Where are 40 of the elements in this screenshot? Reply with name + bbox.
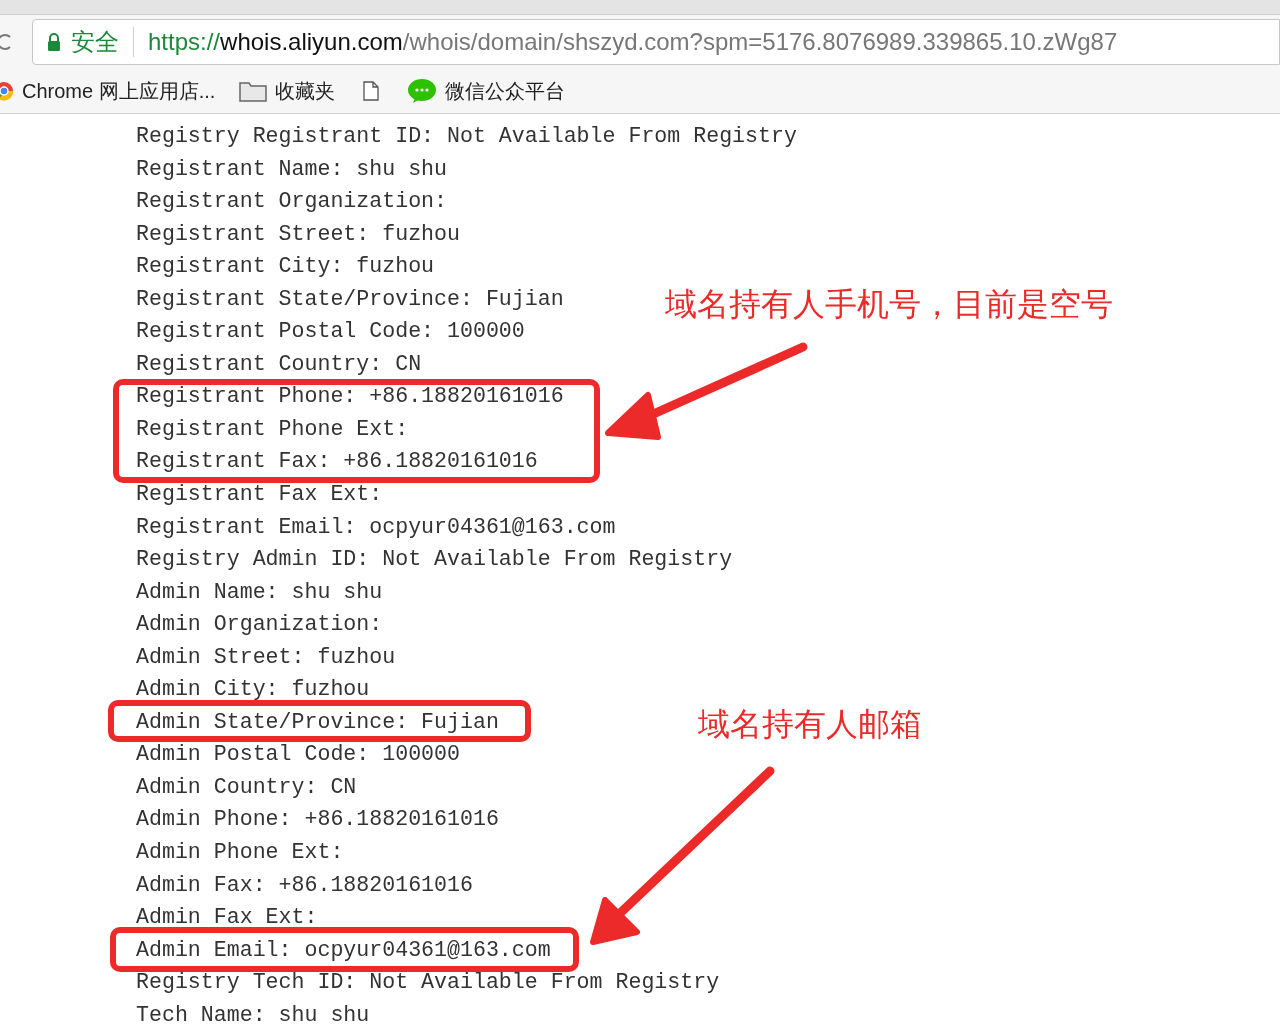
whois-line: Admin City: fuzhou — [136, 678, 370, 701]
chat-bubble-icon — [407, 77, 438, 104]
whois-line: Admin Phone Ext: — [136, 841, 344, 864]
bookmark-link[interactable]: 微信公众平台 — [445, 75, 566, 106]
whois-line: Registrant Postal Code: 100000 — [136, 320, 525, 343]
whois-line: Admin Street: fuzhou — [136, 645, 396, 668]
whois-line: Admin Organization: — [136, 613, 383, 636]
whois-line: Registrant Phone: +86.18820161016 — [136, 385, 564, 408]
url-text: https://whois.aliyun.com/whois/domain/shszyd.com?spm=5176.8076989.339865.10.zWg87 — [148, 26, 1118, 57]
whois-line: Registrant Fax Ext: — [136, 483, 383, 505]
annotation-text: 域名持有人邮箱 — [698, 705, 922, 744]
whois-line: Registry Tech ID: Not Available From Registry — [136, 971, 720, 994]
whois-line: Registrant Street: fuzhou — [136, 222, 460, 245]
whois-line: Admin State/Province: Fujian — [136, 710, 499, 733]
whois-line: Registrant Phone Ext: — [136, 417, 409, 440]
bookmark-link[interactable]: Chrome 网上应用店... — [22, 75, 216, 106]
whois-line: Registrant Email: ocpyur04361@163.com — [136, 515, 616, 538]
bookmark-link[interactable]: 收藏夹 — [275, 75, 336, 106]
page-icon[interactable] — [363, 80, 380, 101]
whois-line: Registrant Organization: — [136, 190, 447, 213]
folder-icon — [239, 79, 268, 102]
whois-line: Registrant Fax: +86.18820161016 — [136, 450, 538, 473]
whois-line: Admin Email: ocpyur04361@163.com — [136, 938, 551, 961]
whois-line: Admin Phone: +86.18820161016 — [136, 808, 499, 831]
whois-line: Admin Name: shu shu — [136, 580, 383, 603]
whois-line: Registry Admin ID: Not Available From Registry — [136, 548, 733, 571]
whois-line: Registrant State/Province: Fujian — [136, 287, 564, 310]
whois-line: Admin Fax: +86.18820161016 — [136, 873, 473, 896]
whois-line: Registry Registrant ID: Not Available From Registry — [136, 125, 797, 147]
whois-line: Registrant City: fuzhou — [136, 255, 435, 278]
whois-line: Admin Fax Ext: — [136, 906, 318, 929]
whois-line: Registrant Name: shu shu — [136, 157, 447, 180]
annotation-text: 域名持有人手机号，目前是空号 — [665, 285, 1113, 324]
lock-icon — [47, 32, 61, 51]
whois-line: Admin Postal Code: 100000 — [136, 743, 460, 766]
whois-line: Registrant Country: CN — [136, 352, 422, 375]
whois-line: Tech Name: shu shu — [136, 1003, 370, 1026]
security-label: 安全 — [71, 26, 119, 57]
address-bar[interactable]: 安全 https://whois.aliyun.com/whois/domain/shszyd.com?spm=5176.8076989.339865.10.zWg87 — [32, 18, 1280, 65]
whois-line: Admin Country: CN — [136, 775, 357, 798]
